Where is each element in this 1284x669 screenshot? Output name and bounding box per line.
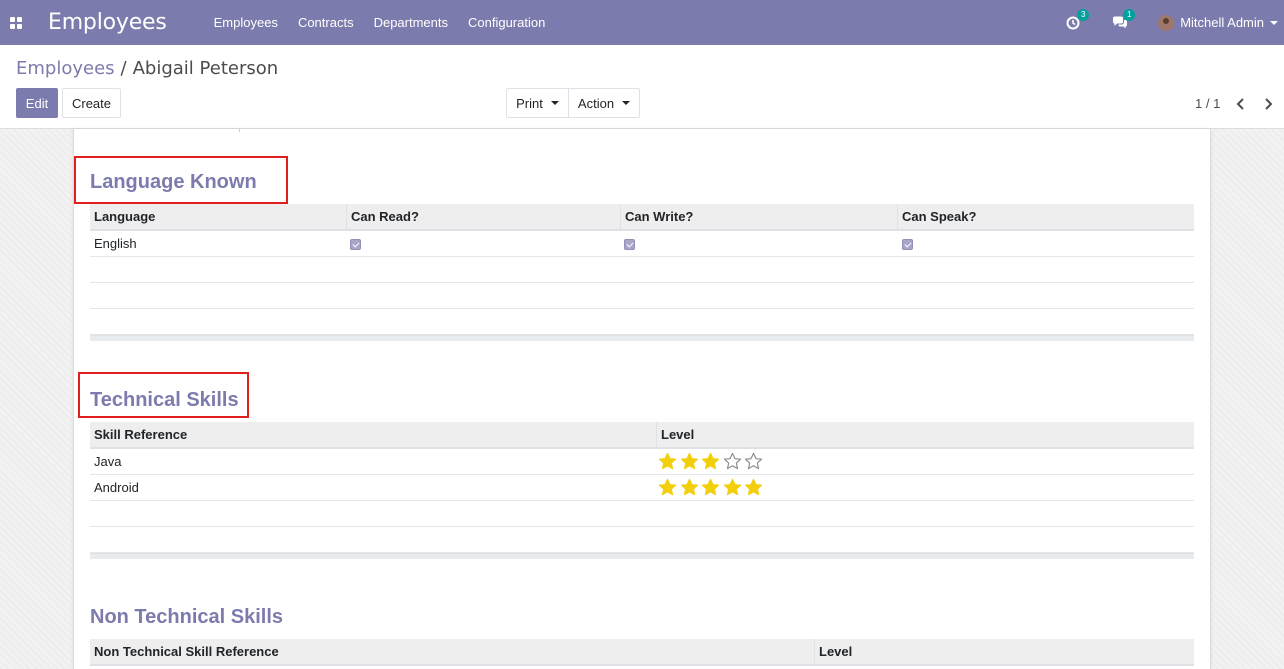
col-can-write[interactable]: Can Write? <box>620 204 897 229</box>
sheet-divider <box>239 129 240 132</box>
user-menu-caret-icon <box>1270 21 1278 25</box>
action-dropdown[interactable]: Action <box>568 88 640 118</box>
star-filled-icon[interactable] <box>658 478 677 497</box>
user-menu[interactable]: Mitchell Admin <box>1158 14 1284 31</box>
star-filled-icon[interactable] <box>701 452 720 471</box>
col-level[interactable]: Level <box>814 639 1194 664</box>
edit-button-label: Edit <box>25 95 49 111</box>
breadcrumb-current: Abigail Peterson <box>132 58 279 79</box>
user-avatar <box>1158 14 1175 31</box>
star-filled-icon[interactable] <box>658 452 677 471</box>
empty-row <box>90 501 1194 527</box>
create-button-label: Create <box>71 95 112 111</box>
apps-menu-icon[interactable] <box>10 16 22 29</box>
star-empty-icon[interactable] <box>723 452 742 471</box>
user-name: Mitchell Admin <box>1180 15 1264 30</box>
print-caret-icon <box>550 101 559 105</box>
can-write-checkbox[interactable] <box>624 239 635 250</box>
col-language[interactable]: Language <box>90 204 346 229</box>
star-filled-icon[interactable] <box>701 478 720 497</box>
menu-item-employees[interactable]: Employees <box>204 15 288 30</box>
star-rating[interactable] <box>658 478 766 497</box>
breadcrumb-employees-link[interactable]: Employees <box>16 58 115 79</box>
empty-row <box>90 283 1194 309</box>
pager-value[interactable]: 1 / 1 <box>1195 96 1220 111</box>
language-table: Language Can Read? Can Write? Can Speak?… <box>90 204 1194 341</box>
message-count-badge: 1 <box>1123 8 1136 21</box>
star-filled-icon[interactable] <box>723 478 742 497</box>
main-menu: Employees Contracts Departments Configur… <box>204 15 556 30</box>
col-can-read[interactable]: Can Read? <box>346 204 620 229</box>
print-dropdown[interactable]: Print <box>506 88 569 118</box>
technical-table-header: Skill Reference Level <box>90 422 1194 449</box>
menu-item-configuration[interactable]: Configuration <box>458 15 555 30</box>
activity-menu[interactable]: 3 <box>1066 8 1090 31</box>
language-cell: English <box>94 236 137 251</box>
menu-item-contracts[interactable]: Contracts <box>288 15 364 30</box>
chevron-left-icon[interactable] <box>1233 96 1249 112</box>
skill-cell: Android <box>94 480 139 495</box>
action-label: Action <box>577 95 615 111</box>
col-level[interactable]: Level <box>656 422 1194 447</box>
empty-row <box>90 257 1194 283</box>
table-row[interactable]: Java <box>90 449 1194 475</box>
star-filled-icon[interactable] <box>680 452 699 471</box>
empty-row <box>90 309 1194 335</box>
app-title[interactable]: Employees <box>48 10 167 35</box>
action-caret-icon <box>622 101 631 105</box>
technical-skills-table: Skill Reference Level Java Android <box>90 422 1194 559</box>
menu-item-departments[interactable]: Departments <box>364 15 458 30</box>
star-rating[interactable] <box>658 452 766 471</box>
top-navbar: Employees Employees Contracts Department… <box>0 0 1284 45</box>
empty-row <box>90 527 1194 553</box>
star-filled-icon[interactable] <box>680 478 699 497</box>
star-empty-icon[interactable] <box>744 452 763 471</box>
table-row[interactable]: Android <box>90 475 1194 501</box>
navbar-systray: 3 1 Mitchell Admin <box>1066 0 1284 45</box>
can-speak-checkbox[interactable] <box>902 239 913 250</box>
activity-count-badge: 3 <box>1077 8 1090 21</box>
table-footer <box>90 335 1194 341</box>
chevron-right-icon[interactable] <box>1260 96 1276 112</box>
create-button[interactable]: Create <box>62 88 121 118</box>
col-skill-reference[interactable]: Skill Reference <box>90 422 656 447</box>
print-label: Print <box>516 95 543 111</box>
breadcrumb-separator: / <box>120 58 127 79</box>
skill-cell: Java <box>94 454 122 469</box>
section-title-language: Language Known <box>90 171 257 193</box>
col-non-technical-skill-reference[interactable]: Non Technical Skill Reference <box>90 639 814 664</box>
section-title-technical: Technical Skills <box>90 389 239 411</box>
star-filled-icon[interactable] <box>744 478 763 497</box>
non-technical-skills-table: Non Technical Skill Reference Level <box>90 639 1194 666</box>
non-technical-table-header: Non Technical Skill Reference Level <box>90 639 1194 666</box>
table-row[interactable]: English <box>90 231 1194 257</box>
edit-button[interactable]: Edit <box>16 88 58 118</box>
language-table-header: Language Can Read? Can Write? Can Speak? <box>90 204 1194 231</box>
breadcrumb: Employees / Abigail Peterson <box>16 58 278 79</box>
messaging-menu[interactable]: 1 <box>1112 8 1136 31</box>
section-title-non-technical: Non Technical Skills <box>90 606 284 628</box>
can-read-checkbox[interactable] <box>350 239 361 250</box>
col-can-speak[interactable]: Can Speak? <box>897 204 1194 229</box>
table-footer <box>90 553 1194 559</box>
